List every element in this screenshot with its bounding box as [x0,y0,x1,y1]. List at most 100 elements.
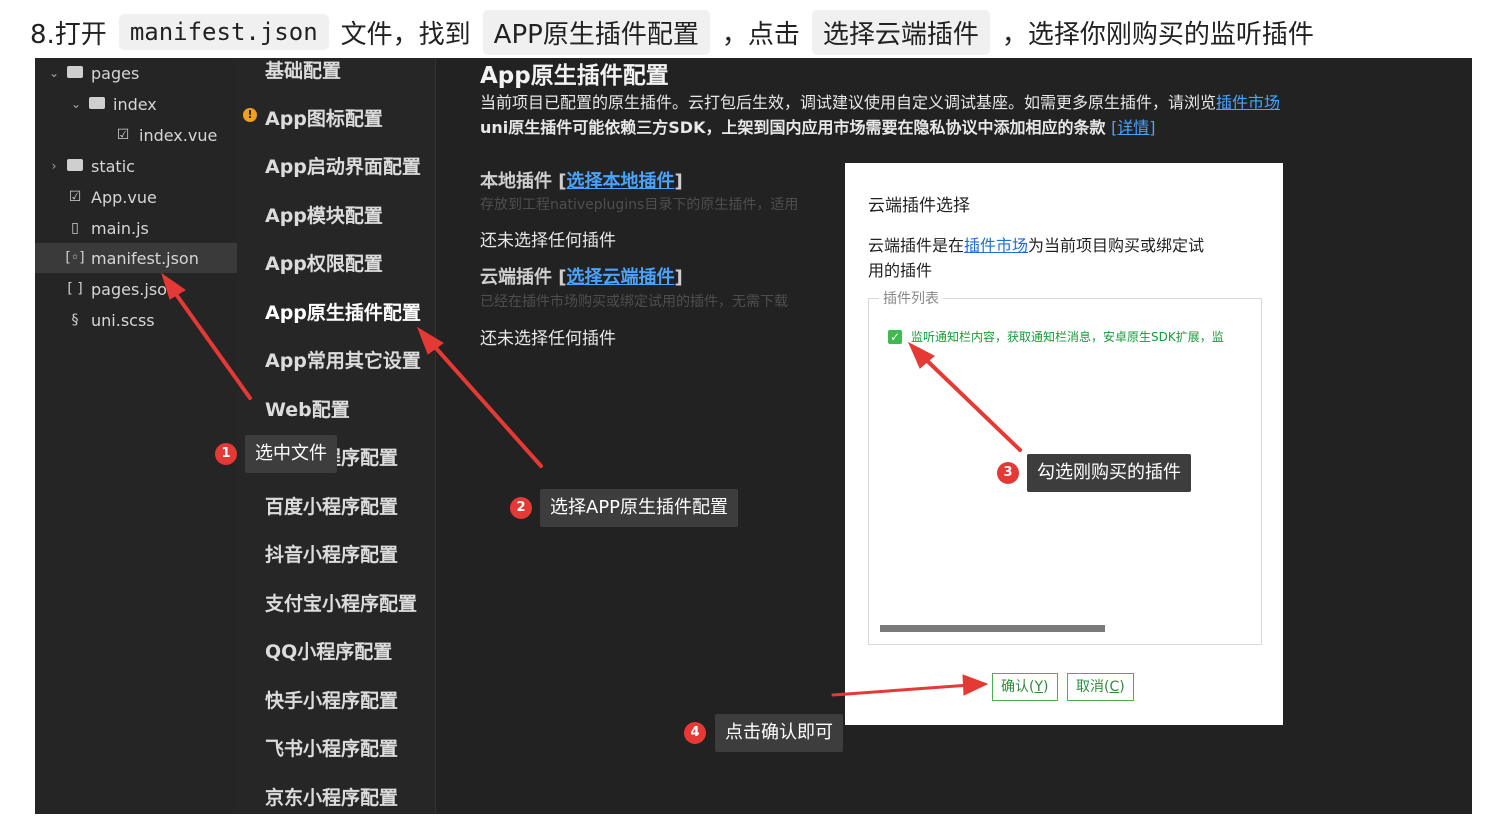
instruction-button-chip: 选择云端插件 [811,9,990,55]
cloud-plugins-hint: 已经在插件市场购买或绑定试用的插件，无需下载 [480,294,788,310]
tree-item-label: pages [91,63,140,83]
local-plugins-hint: 存放到工程nativeplugins目录下的原生插件，适用 [480,197,799,213]
checkbox-checked-icon[interactable]: ✓ [888,330,902,344]
heading-bracket: ] [674,171,683,192]
menu-item-app-permissions[interactable]: App权限配置 [265,249,383,276]
tree-item-pages-json[interactable]: [ ] pages.json [35,274,267,304]
plugin-item-label[interactable]: 监听通知栏内容，获取通知栏消息，安卓原生SDK扩展，监 [911,328,1256,345]
tree-item-pages[interactable]: ⌄ pages [35,58,249,88]
menu-item-app-icon[interactable]: App图标配置 [265,104,383,131]
scss-file-icon: § [71,312,79,328]
warning-icon: ! [243,108,257,122]
menu-item-app-modules[interactable]: App模块配置 [265,201,383,228]
button-text: 确认( [1001,679,1035,695]
shortcut-key: C [1109,679,1120,695]
page-title: App原生插件配置 [480,63,669,89]
menu-item-feishu[interactable]: 飞书小程序配置 [265,734,398,761]
folder-icon [87,96,107,112]
tree-item-label: index.vue [139,125,218,145]
tree-item-label: static [91,156,135,176]
annotation-number-4: 4 [684,722,706,744]
heading-text: 本地插件 [ [480,171,567,192]
tree-item-main-js[interactable]: ▯ main.js [35,213,267,243]
tree-item-manifest-json[interactable]: [◦] manifest.json [35,243,267,273]
tree-item-app-vue[interactable]: ☑ App.vue [35,182,267,212]
editor-screenshot: ⌄ pages ⌄ index ☑ index.vue › static ☑ A… [35,58,1472,814]
instruction-section-chip: APP原生插件配置 [482,9,710,55]
menu-item-qq[interactable]: QQ小程序配置 [265,637,392,664]
tree-item-label: manifest.json [91,248,199,268]
notice-text: uni原生插件可能依赖三方SDK，上架到国内应用市场需要在隐私协议中添加相应的条… [480,118,1106,137]
horizontal-scrollbar[interactable] [880,625,1105,632]
cancel-button[interactable]: 取消(C) [1067,673,1134,701]
chevron-down-icon: ⌄ [48,66,60,80]
folder-icon [65,65,85,81]
js-file-icon: ▯ [71,220,79,236]
shortcut-key: Y [1034,679,1044,695]
annotation-number-2: 2 [510,497,532,519]
sdk-notice: uni原生插件可能依赖三方SDK，上架到国内应用市场需要在隐私协议中添加相应的条… [480,114,1156,138]
menu-item-kuaishou[interactable]: 快手小程序配置 [265,686,398,713]
tree-item-label: main.js [91,218,149,238]
dialog-desc-line2: 用的插件 [868,261,933,280]
confirm-button[interactable]: 确认(Y) [992,673,1058,701]
instruction-prefix: 8.打开 [30,19,107,50]
annotation-tag-3: 勾选刚购买的插件 [1027,454,1191,492]
instruction-part2: 文件，找到 [340,19,471,50]
tree-item-label: pages.json [91,279,178,299]
select-local-plugin-link[interactable]: 选择本地插件 [567,171,675,192]
select-cloud-plugin-link[interactable]: 选择云端插件 [567,267,675,288]
cloud-plugins-empty: 还未选择任何插件 [480,329,616,349]
desc-text: 云端插件是在 [868,236,965,255]
native-plugin-desc: 当前项目已配置的原生插件。云打包后生效，调试建议使用自定义调试基座。如需更多原生… [480,89,1280,113]
dialog-plugin-market-link[interactable]: 插件市场 [964,236,1028,255]
vue-file-icon: ☑ [68,189,82,205]
menu-item-app-other[interactable]: App常用其它设置 [265,346,421,373]
menu-item-app-splash[interactable]: App启动界面配置 [265,152,421,179]
instruction-part3: ，点击 [721,19,800,50]
desc-text: 为当前项目购买或绑定试 [1028,236,1205,255]
button-text: 取消( [1076,679,1110,695]
folder-icon [65,158,85,174]
tree-item-label: uni.scss [91,310,155,330]
menu-item-jd[interactable]: 京东小程序配置 [265,783,398,810]
vue-file-icon: ☑ [116,127,130,143]
plugin-list-legend: 插件列表 [879,288,943,308]
menu-item-web[interactable]: Web配置 [265,395,350,422]
annotation-tag-1: 选中文件 [245,435,337,473]
json-file-icon: [ ] [67,281,83,297]
local-plugins-heading: 本地插件 [选择本地插件] [480,167,683,193]
tree-item-uni-scss[interactable]: § uni.scss [35,305,267,335]
tree-item-label: index [113,94,157,114]
desc-text: 当前项目已配置的原生插件。云打包后生效，调试建议使用自定义调试基座。如需更多原生… [480,93,1217,112]
cloud-plugin-dialog: 云端插件选择 云端插件是在插件市场为当前项目购买或绑定试 用的插件 插件列表 ✓… [845,163,1283,725]
instruction-part4: ，选择你刚购买的监听插件 [1001,19,1314,50]
plugin-market-link[interactable]: 插件市场 [1216,93,1280,112]
details-link[interactable]: [详情] [1111,118,1156,137]
menu-item-basic[interactable]: 基础配置 [265,58,341,83]
annotation-tag-2: 选择APP原生插件配置 [540,489,739,527]
chevron-right-icon: › [51,159,57,173]
menu-item-alipay[interactable]: 支付宝小程序配置 [265,589,417,616]
local-plugins-empty: 还未选择任何插件 [480,231,616,251]
cloud-plugins-heading: 云端插件 [选择云端插件] [480,263,683,289]
heading-text: 云端插件 [ [480,267,567,288]
chevron-down-icon: ⌄ [70,97,82,111]
annotation-number-1: 1 [215,443,237,465]
dialog-desc: 云端插件是在插件市场为当前项目购买或绑定试 [868,232,1204,256]
tree-item-static[interactable]: › static [35,151,249,181]
menu-item-app-native-plugins[interactable]: App原生插件配置 [265,298,421,325]
button-text: ) [1119,679,1125,695]
tree-item-label: App.vue [91,187,157,207]
annotation-tag-4: 点击确认即可 [715,714,843,752]
instruction-text: 8.打开 manifest.json 文件，找到 APP原生插件配置 ，点击 选… [30,8,1314,56]
button-text: ) [1043,679,1049,695]
menu-item-douyin[interactable]: 抖音小程序配置 [265,540,398,567]
tree-item-index-folder[interactable]: ⌄ index [35,89,271,119]
menu-item-baidu[interactable]: 百度小程序配置 [265,492,398,519]
dialog-title: 云端插件选择 [868,196,970,216]
annotation-number-3: 3 [997,462,1019,484]
instruction-file-chip: manifest.json [118,14,329,50]
json-file-icon: [◦] [65,250,85,266]
heading-bracket: ] [674,267,683,288]
